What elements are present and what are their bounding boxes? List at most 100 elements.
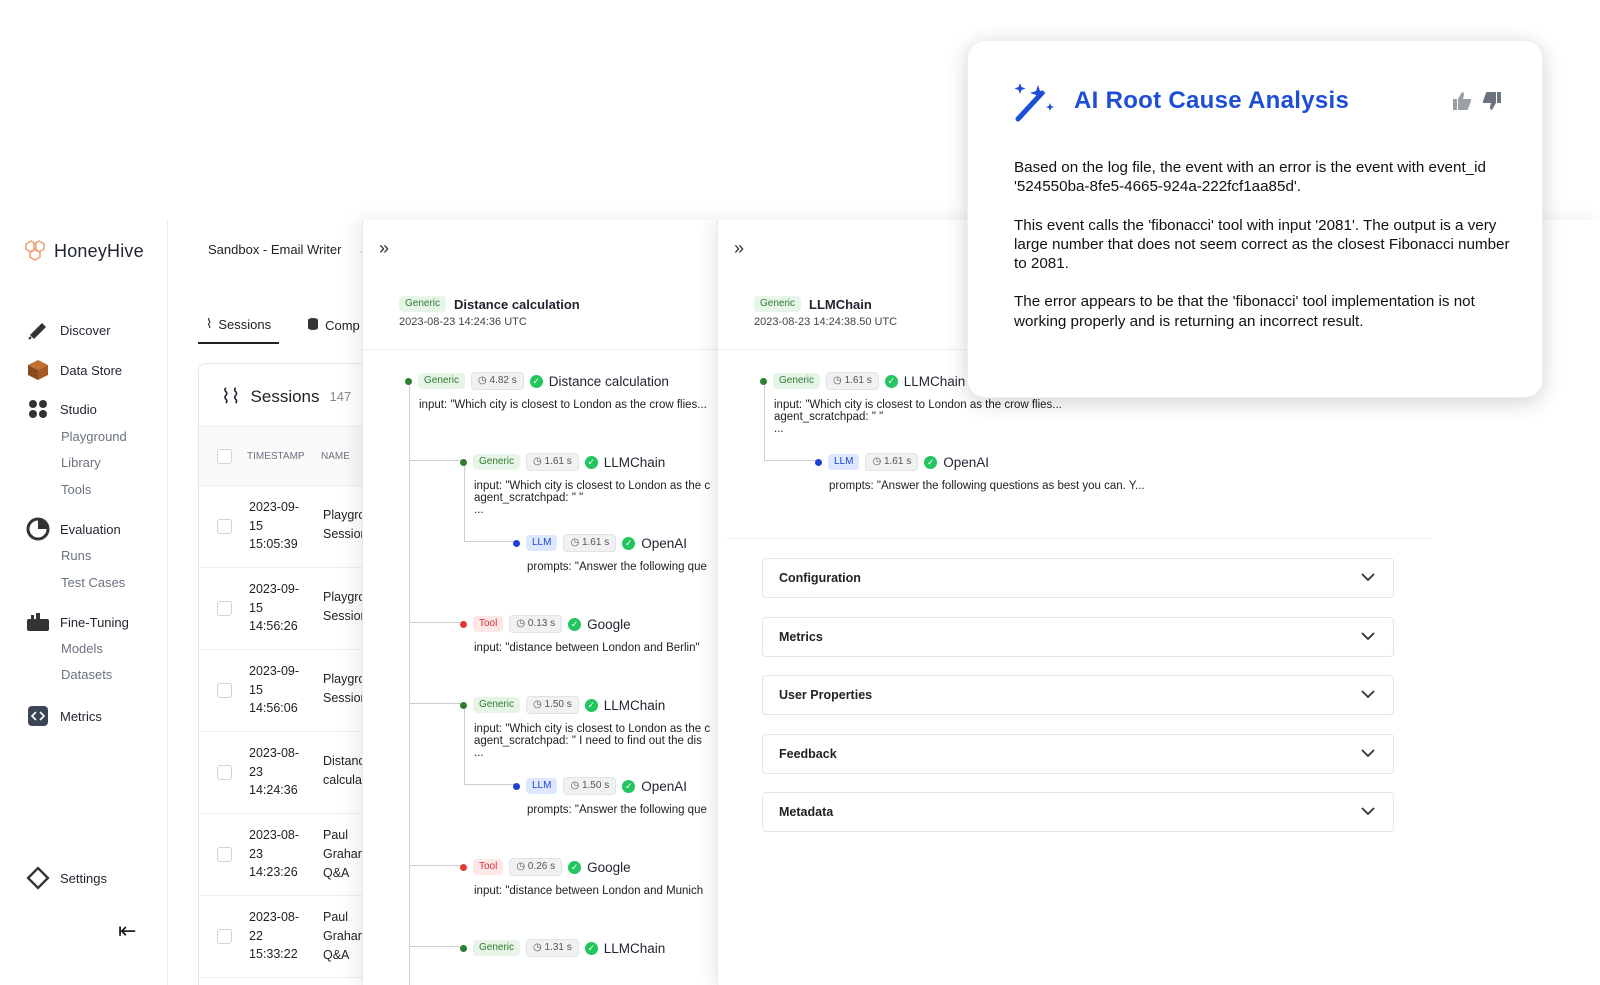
node-status-dot — [460, 620, 467, 628]
success-check-icon: ✓ — [884, 374, 898, 388]
accordion-metadata[interactable]: Metadata — [762, 792, 1394, 832]
sidebar-item-studio[interactable]: Studio — [26, 397, 97, 421]
feedback-buttons — [1452, 91, 1502, 111]
node-io-line: input: "distance between London and Berl… — [474, 642, 700, 654]
accordion-user-properties[interactable]: User Properties — [762, 675, 1394, 715]
sidebar-subitem-models[interactable]: Models — [61, 641, 103, 656]
tree-connector — [464, 784, 514, 785]
success-check-icon: ✓ — [622, 779, 636, 793]
accordion-label: Metadata — [779, 805, 834, 819]
event-type-badge: Generic — [773, 373, 821, 389]
sidebar-item-evaluation[interactable]: Evaluation — [26, 517, 121, 541]
node-name: Distance calculation — [548, 373, 669, 389]
name-line: Q&A — [323, 948, 350, 962]
trace-node[interactable]: Generic ◷ 1.61 s ✓ LLMChain — [760, 372, 965, 390]
chart-pie-icon — [26, 517, 50, 541]
name-line: Q&A — [323, 866, 350, 880]
tab-label: Comp — [325, 317, 360, 333]
trace-node[interactable]: Generic ◷ 1.50 s ✓ LLMChain — [460, 696, 665, 714]
duration-value: 1.61 s — [883, 456, 912, 467]
sidebar-subitem-library[interactable]: Library — [61, 455, 101, 470]
select-all-checkbox[interactable] — [217, 449, 232, 464]
duration-value: 4.82 s — [489, 375, 517, 386]
trace-node[interactable]: LLM ◷ 1.61 s ✓ OpenAI — [513, 534, 687, 552]
rca-body: Based on the log file, the event with an… — [1014, 158, 1514, 350]
tab-sessions[interactable]: ⌇ Sessions — [198, 316, 280, 344]
telescope-icon — [26, 318, 50, 342]
clock-icon: ◷ — [872, 456, 884, 467]
row-timestamp: 2023-09- 15 14:56:06 — [249, 662, 309, 718]
project-selector[interactable]: Sandbox - Email Writer ⌄ — [208, 242, 368, 257]
thumbs-down-icon[interactable] — [1482, 91, 1502, 111]
success-check-icon: ✓ — [584, 941, 598, 955]
row-timestamp: 2023-08- 23 14:23:26 — [249, 826, 309, 882]
sessions-panel: Sandbox - Email Writer ⌄ ⌇ Sessions Comp… — [168, 220, 399, 985]
timestamp-line: 14:56:26 — [249, 619, 298, 633]
trace-panel-session: » Generic Distance calculation 2023-08-2… — [362, 220, 718, 985]
duration-value: 0.13 s — [527, 618, 556, 629]
trace-node[interactable]: Generic ◷ 1.61 s ✓ LLMChain — [460, 453, 665, 471]
sidebar-item-data-store[interactable]: Data Store — [26, 358, 122, 382]
sidebar-subitem-playground[interactable]: Playground — [61, 429, 127, 444]
event-type-badge: Generic — [473, 697, 521, 713]
sidebar-item-fine-tuning[interactable]: Fine-Tuning — [26, 610, 129, 634]
duration-value: 1.61 s — [544, 456, 572, 467]
sidebar-item-label: Fine-Tuning — [60, 614, 129, 630]
collapse-left-icon[interactable]: ⇤ — [118, 918, 136, 944]
column-header-name[interactable]: NAME — [321, 451, 350, 462]
node-io-line: prompts: "Answer the following que — [527, 804, 707, 816]
sidebar-subitem-tools[interactable]: Tools — [61, 482, 91, 497]
node-name: OpenAI — [943, 454, 989, 470]
node-io-line: input: "Which city is closest to London … — [474, 723, 711, 735]
row-checkbox[interactable] — [217, 847, 232, 862]
chevron-down-icon — [1361, 747, 1375, 761]
sidebar-item-settings[interactable]: Settings — [26, 866, 107, 890]
expand-panel-icon[interactable]: » — [379, 238, 389, 259]
duration-value: 0.26 s — [527, 861, 556, 872]
name-line: Session — [323, 527, 363, 541]
trace-node[interactable]: LLM ◷ 1.61 s ✓ OpenAI — [815, 453, 989, 471]
sidebar-subitem-datasets[interactable]: Datasets — [61, 667, 112, 682]
expand-panel-icon[interactable]: » — [734, 238, 744, 259]
thumbs-up-icon[interactable] — [1452, 91, 1472, 111]
row-checkbox[interactable] — [217, 683, 232, 698]
node-io-line: ... — [474, 747, 484, 759]
accordion-metrics[interactable]: Metrics — [762, 616, 1394, 657]
accordion-feedback[interactable]: Feedback — [762, 733, 1394, 774]
row-checkbox[interactable] — [217, 929, 232, 944]
rca-title: AI Root Cause Analysis — [1074, 87, 1350, 114]
clock-icon: ◷ — [570, 780, 582, 791]
trace-node[interactable]: Generic ◷ 1.31 s ✓ LLMChain — [460, 939, 665, 957]
tab-completions[interactable]: Comp — [299, 316, 368, 344]
column-header-timestamp[interactable]: TIMESTAMP — [247, 451, 305, 462]
timestamp-line: 15:33:22 — [249, 947, 298, 961]
sidebar-subitem-test-cases[interactable]: Test Cases — [61, 575, 125, 590]
node-io-line: agent_scratchpad: " " — [474, 492, 584, 504]
row-checkbox[interactable] — [217, 519, 232, 534]
clock-icon: ◷ — [570, 537, 582, 548]
event-type-badge: Generic — [473, 454, 521, 470]
row-timestamp: 2023-09- 15 14:56:26 — [249, 580, 309, 636]
clock-icon: ◷ — [533, 942, 545, 953]
trace-node[interactable]: LLM ◷ 1.50 s ✓ OpenAI — [513, 777, 687, 795]
row-checkbox[interactable] — [217, 601, 232, 616]
trace-node[interactable]: Generic ◷ 4.82 s ✓ Distance calculation — [405, 372, 669, 390]
trace-node[interactable]: Tool ◷ 0.13 s ✓ Google — [460, 615, 631, 633]
clock-icon: ◷ — [833, 375, 845, 386]
sidebar-item-label: Discover — [60, 322, 111, 338]
duration-badge: ◷ 1.61 s — [826, 372, 879, 390]
accordion-configuration[interactable]: Configuration — [762, 558, 1394, 598]
sidebar-item-metrics[interactable]: Metrics — [26, 704, 102, 728]
success-check-icon: ✓ — [529, 374, 543, 388]
node-name: Google — [587, 616, 631, 632]
row-checkbox[interactable] — [217, 765, 232, 780]
sessions-icon: ⌇ — [206, 316, 213, 331]
sidebar-item-discover[interactable]: Discover — [26, 318, 111, 342]
sidebar-subitem-runs[interactable]: Runs — [61, 548, 91, 563]
brand-logo[interactable]: HoneyHive — [22, 238, 144, 264]
event-type-badge: Tool — [473, 616, 504, 632]
chevron-down-icon — [1361, 688, 1375, 702]
trace-node[interactable]: Tool ◷ 0.26 s ✓ Google — [460, 858, 631, 876]
event-type-badge: LLM — [526, 535, 558, 551]
row-name: Paul Grahan Q&A — [323, 908, 363, 965]
